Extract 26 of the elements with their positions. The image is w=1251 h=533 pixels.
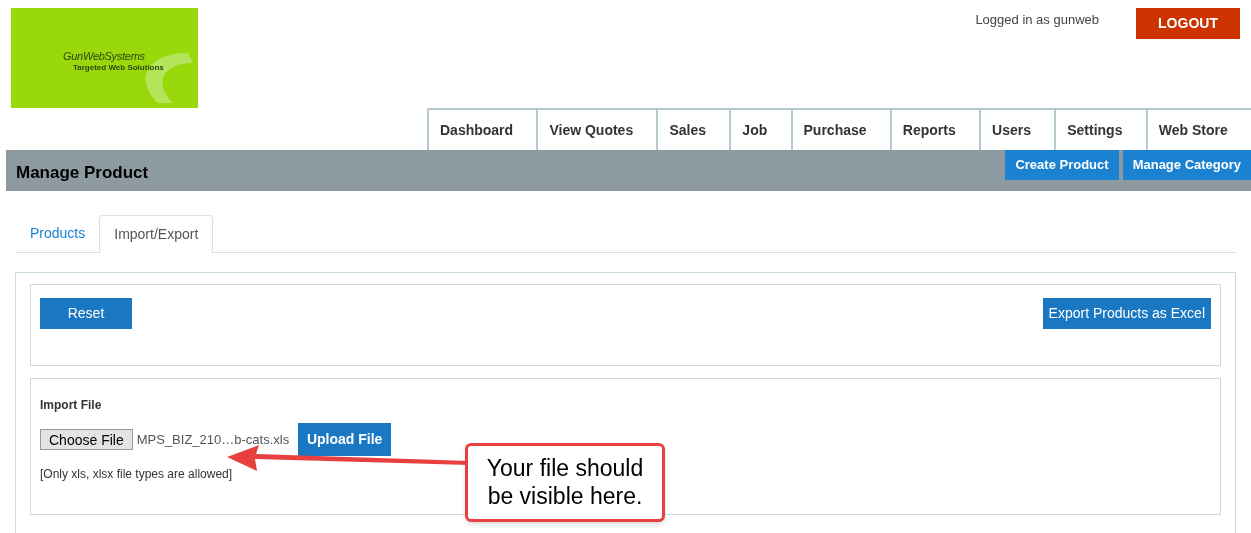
import-label: Import File [40,397,103,414]
nav-tab[interactable]: Purchase [790,108,890,150]
nav-tab[interactable]: Dashboard [427,108,537,150]
nav-tab[interactable]: Sales [656,108,730,150]
nav-tab[interactable]: Users [979,108,1055,150]
choose-file-button[interactable]: Choose File [40,429,133,450]
nav-tab[interactable]: Reports [889,108,980,150]
logo-tagline: Targeted Web Solutions [73,62,164,74]
callout-box: Your file should be visible here. [465,443,665,522]
file-name: MPS_BIZ_210…b-cats.xls [136,430,290,449]
nav-tab[interactable]: Web Store [1145,108,1251,150]
export-button[interactable]: Export Products as Excel [1042,298,1211,329]
nav-tab[interactable]: View Quotes [536,108,657,150]
tab[interactable]: Import/Export [99,215,214,253]
logo-name: GunWebSystems [63,49,145,64]
file-type-hint: [Only xls, xlsx file types are allowed] [40,466,233,483]
header-button[interactable]: Create Product [1005,150,1119,180]
logout-button[interactable]: LOGOUT [1136,8,1240,39]
upload-button[interactable]: Upload File [298,423,392,456]
page-title: Manage Product [16,162,149,184]
header-button[interactable]: Manage Category [1122,150,1251,180]
nav-tab[interactable]: Job [729,108,791,150]
login-status: Logged in as gunweb [975,11,1099,29]
nav-tab[interactable]: Settings [1054,108,1146,150]
tab[interactable]: Products [16,214,100,252]
reset-button[interactable]: Reset [40,298,132,329]
